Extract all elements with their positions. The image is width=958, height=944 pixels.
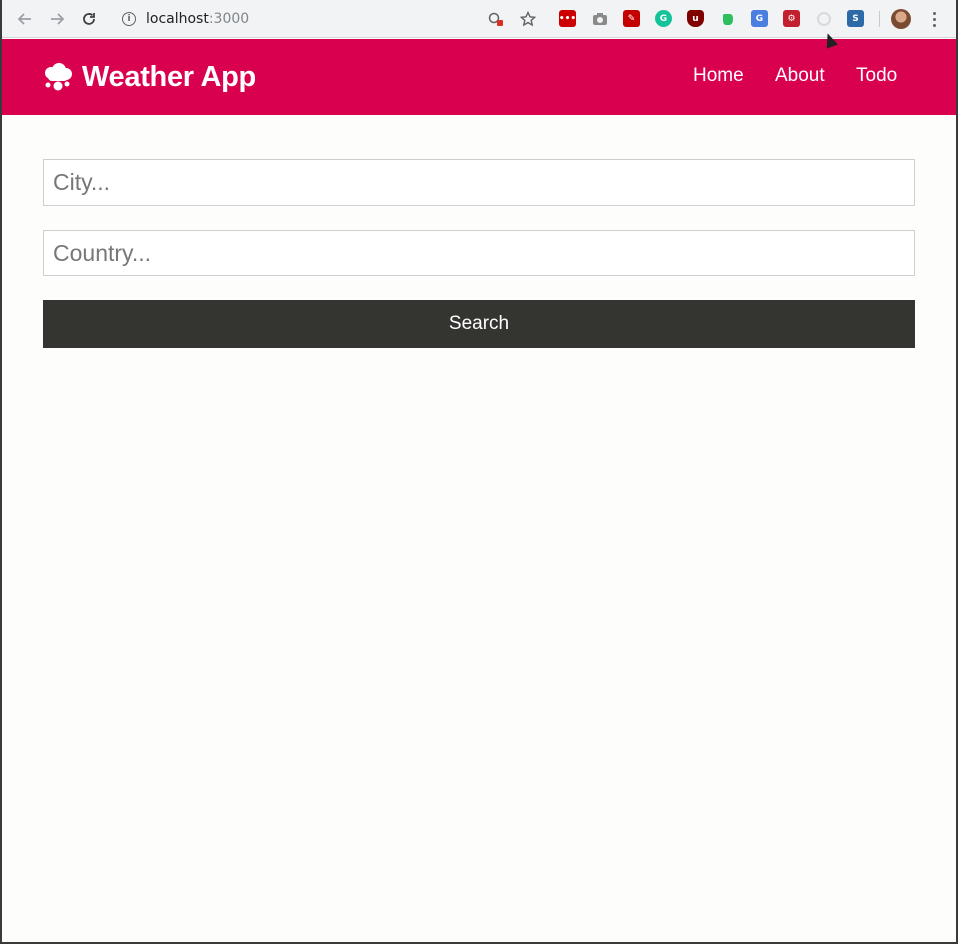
nav-home-link[interactable]: Home <box>693 65 744 87</box>
blocked-popup-icon[interactable] <box>484 7 508 31</box>
bookmark-star-icon[interactable] <box>516 7 540 31</box>
back-icon[interactable] <box>13 7 37 31</box>
city-input[interactable] <box>43 159 915 206</box>
profile-avatar[interactable] <box>891 9 911 29</box>
reload-icon[interactable] <box>77 7 101 31</box>
loading-extension-icon[interactable] <box>815 10 832 27</box>
cloud-icon <box>45 63 72 91</box>
url-text: localhost:3000 <box>146 11 250 27</box>
lastpass-extension-icon[interactable]: ••• <box>559 10 576 27</box>
app-navbar: Weather App Home About Todo <box>2 39 956 115</box>
pen-extension-icon[interactable]: ✎ <box>623 10 640 27</box>
ublock-extension-icon[interactable]: u <box>687 10 704 27</box>
grammarly-extension-icon[interactable]: G <box>655 10 672 27</box>
nav-todo-link[interactable]: Todo <box>856 65 897 87</box>
translate-extension-icon[interactable]: G <box>751 10 768 27</box>
forward-icon[interactable] <box>45 7 69 31</box>
s-extension-icon[interactable]: S <box>847 10 864 27</box>
toolbar-separator <box>879 11 880 27</box>
brand-title: Weather App <box>82 60 256 93</box>
camera-extension-icon[interactable] <box>591 10 608 27</box>
info-icon[interactable]: i <box>122 12 136 26</box>
country-input[interactable] <box>43 230 915 276</box>
search-button[interactable]: Search <box>43 300 915 348</box>
browser-window: i localhost:3000 ••• ✎ G u G ⚙ S Weather… <box>2 0 956 942</box>
evernote-extension-icon[interactable] <box>719 10 736 27</box>
browser-toolbar: i localhost:3000 ••• ✎ G u G ⚙ S <box>2 0 956 38</box>
react-devtools-extension-icon[interactable]: ⚙ <box>783 10 800 27</box>
brand[interactable]: Weather App <box>42 57 256 97</box>
nav-about-link[interactable]: About <box>775 65 825 87</box>
browser-menu-icon[interactable] <box>926 8 942 30</box>
